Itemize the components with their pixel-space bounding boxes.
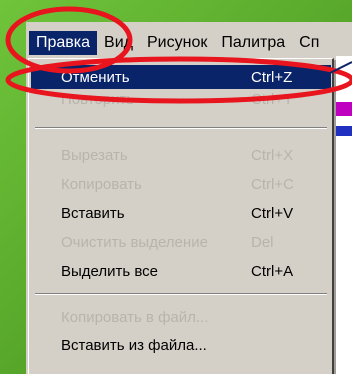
annotation-overlay	[5, 6, 352, 104]
annotation-ellipse-undo	[5, 56, 352, 104]
